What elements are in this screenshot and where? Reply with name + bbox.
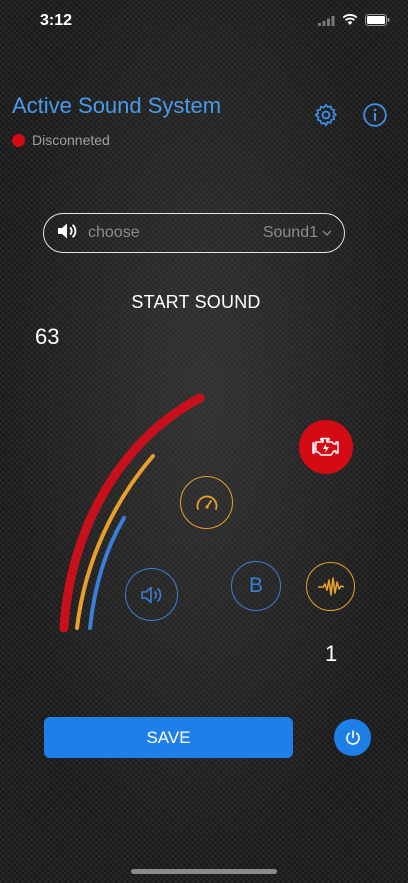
gauge-value: 63 <box>35 324 60 349</box>
bass-button[interactable]: B <box>231 561 281 611</box>
connection-status-label: Disconneted <box>32 132 110 148</box>
status-time: 3:12 <box>40 12 73 29</box>
power-icon <box>345 729 360 745</box>
arc-blue <box>88 516 126 630</box>
engine-icon <box>312 437 339 456</box>
speedometer-icon <box>196 495 217 510</box>
save-button[interactable]: SAVE <box>44 717 293 758</box>
app-title: Active Sound System <box>12 93 222 118</box>
sound-selector[interactable]: choose Sound1 <box>43 213 345 253</box>
home-indicator <box>131 869 277 874</box>
start-sound-button[interactable]: START SOUND <box>0 292 392 313</box>
speaker-icon <box>56 221 80 246</box>
volume-button[interactable] <box>125 568 178 621</box>
engine-button[interactable] <box>299 420 353 474</box>
battery-icon <box>365 13 390 31</box>
info-button[interactable] <box>361 101 389 129</box>
connection-indicator-icon <box>12 133 25 147</box>
power-button[interactable] <box>334 719 371 756</box>
gear-icon <box>314 103 337 127</box>
waveform-icon <box>317 576 344 596</box>
signal-icon <box>318 13 335 31</box>
settings-button[interactable] <box>312 101 340 129</box>
sound-selector-value: Sound1 <box>262 224 318 241</box>
status-icons <box>318 13 390 31</box>
waveform-button[interactable] <box>306 562 355 611</box>
info-icon <box>363 103 387 127</box>
volume-icon <box>140 586 161 603</box>
speed-mode-button[interactable] <box>180 476 233 529</box>
connection-status: Disconneted <box>12 132 110 148</box>
counter-value: 1 <box>325 641 338 666</box>
chevron-down-icon <box>322 224 332 242</box>
sound-selector-placeholder: choose <box>88 224 140 241</box>
bass-icon: B <box>248 574 263 597</box>
wifi-icon <box>342 13 358 31</box>
